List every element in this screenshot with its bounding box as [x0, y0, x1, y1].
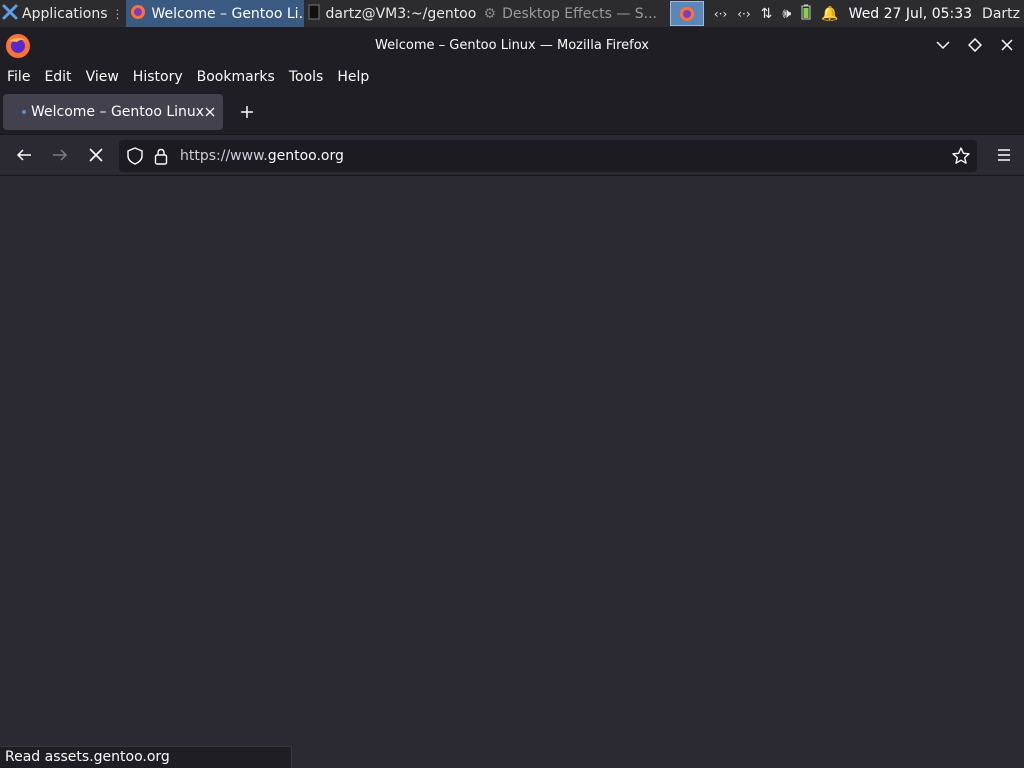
maximize-button[interactable] [966, 35, 984, 55]
user-menu[interactable]: Dartz [982, 6, 1020, 22]
menu-help[interactable]: Help [337, 69, 369, 85]
task-desktop-effects[interactable]: ⚙ Desktop Effects — S... [480, 0, 666, 27]
tab-close-button[interactable] [204, 104, 215, 120]
close-icon [89, 148, 103, 162]
menu-file[interactable]: File [7, 69, 30, 85]
url-prefix: https://www. [180, 148, 268, 164]
app-menu-button[interactable] [996, 147, 1012, 166]
url-text: https://www.gentoo.org [180, 148, 344, 164]
url-bar[interactable]: https://www.gentoo.org [119, 140, 977, 172]
stop-button[interactable] [80, 139, 112, 171]
minimize-button[interactable] [934, 35, 952, 55]
diamond-icon [968, 38, 982, 52]
arrow-left-icon [16, 149, 31, 161]
system-tray: ‹·› ‹·› ⇅ 🕪 🔔 Wed 27 Jul, 05:33 Dartz [669, 0, 1024, 27]
tab-title: Welcome – Gentoo Linux [31, 104, 205, 120]
network-icon[interactable]: ‹·› [714, 7, 727, 21]
tracking-protection-shield-icon[interactable] [122, 140, 148, 172]
tab-strip: Welcome – Gentoo Linux [0, 90, 1024, 134]
network-icon-2[interactable]: ‹·› [737, 7, 750, 21]
url-domain: gentoo.org [267, 148, 344, 164]
web-content-area[interactable] [0, 176, 1024, 768]
clock[interactable]: Wed 27 Jul, 05:33 [849, 6, 972, 22]
firefox-icon [679, 6, 694, 21]
hamburger-menu-icon [998, 149, 1010, 161]
navigation-toolbar: https://www.gentoo.org [0, 134, 1024, 176]
menu-view[interactable]: View [86, 69, 119, 85]
volume-icon[interactable]: 🕪 [782, 6, 791, 22]
battery-icon[interactable] [801, 4, 811, 24]
menu-bar: File Edit View History Bookmarks Tools H… [0, 64, 1024, 90]
loading-dot-icon [22, 110, 26, 114]
window-title: Welcome – Gentoo Linux — Mozilla Firefox [375, 38, 649, 53]
tab-welcome-gentoo[interactable]: Welcome – Gentoo Linux [3, 94, 223, 130]
task-terminal[interactable]: dartz@VM3:~/gentoo [304, 0, 480, 27]
menu-tools[interactable]: Tools [289, 69, 324, 85]
forward-button[interactable] [44, 139, 76, 171]
window-titlebar[interactable]: Welcome – Gentoo Linux — Mozilla Firefox [0, 27, 1024, 64]
xfce-icon [2, 4, 18, 24]
close-icon [1001, 39, 1013, 51]
transfer-icon[interactable]: ⇅ [761, 6, 773, 22]
status-panel: Read assets.gentoo.org [0, 746, 292, 768]
menu-edit[interactable]: Edit [44, 69, 71, 85]
menu-history[interactable]: History [133, 69, 183, 85]
new-tab-button[interactable] [235, 100, 259, 124]
task-firefox[interactable]: Welcome – Gentoo Li... [125, 0, 304, 27]
task-label: dartz@VM3:~/gentoo [325, 5, 477, 22]
plus-icon [241, 106, 253, 118]
task-label: Desktop Effects — S... [502, 5, 658, 22]
gear-icon: ⚙ [483, 5, 497, 22]
bookmark-star-button[interactable] [951, 146, 971, 170]
desktop-panel: Applications ⋮ Welcome – Gentoo Li... da… [0, 0, 1024, 27]
close-icon [205, 107, 214, 117]
firefox-icon [130, 4, 146, 24]
menu-bookmarks[interactable]: Bookmarks [197, 69, 275, 85]
chevron-down-icon [936, 41, 950, 50]
notification-bell-icon[interactable]: 🔔 [821, 6, 838, 22]
close-window-button[interactable] [998, 35, 1016, 55]
applications-label: Applications [22, 5, 108, 22]
task-label: Welcome – Gentoo Li... [151, 5, 304, 22]
back-button[interactable] [8, 139, 40, 171]
terminal-icon [308, 4, 320, 24]
firefox-logo-icon [5, 33, 31, 63]
firefox-launcher[interactable] [669, 1, 704, 26]
star-icon [952, 147, 970, 164]
lock-icon[interactable] [148, 140, 174, 172]
arrow-right-icon [53, 149, 68, 161]
applications-menu[interactable]: Applications ⋮ [0, 0, 126, 27]
separator-handle-icon: ⋮ [111, 6, 124, 21]
